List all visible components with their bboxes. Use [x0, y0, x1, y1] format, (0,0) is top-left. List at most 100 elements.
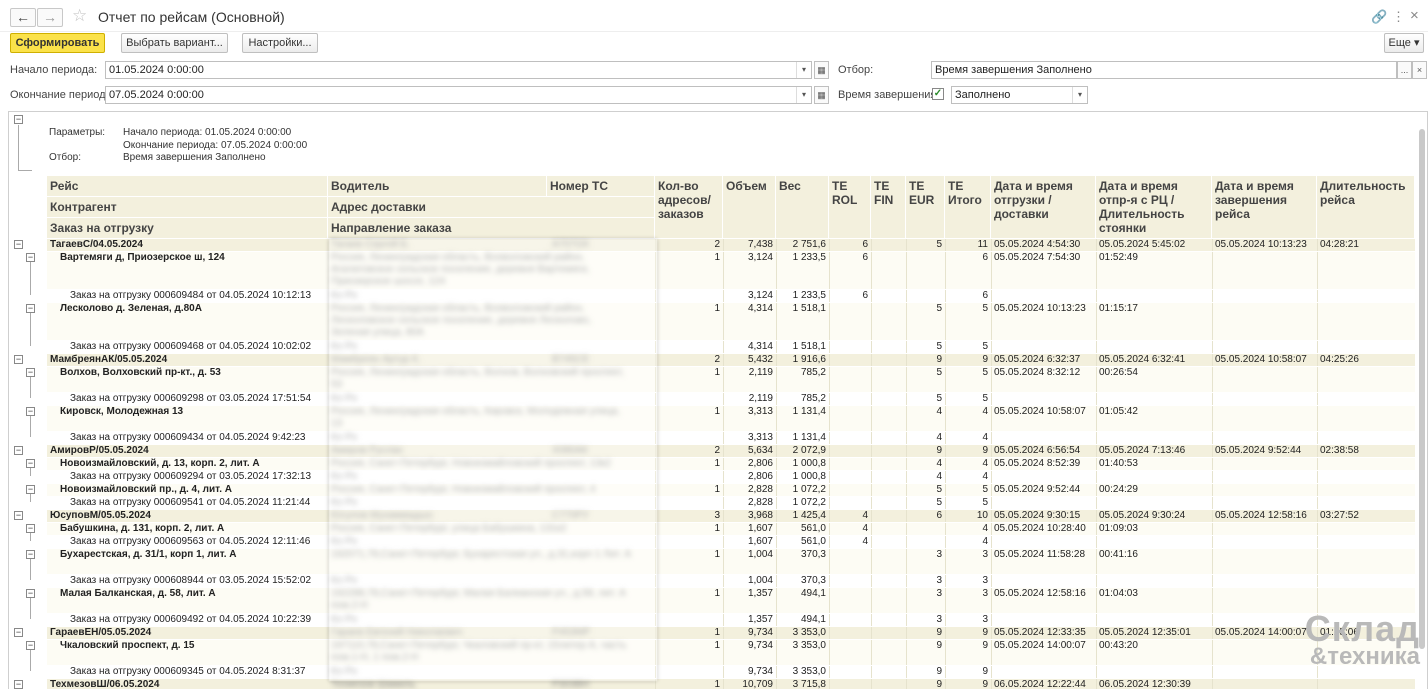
end-period-input[interactable]: 07.05.2024 0:00:00 ▾: [105, 86, 812, 104]
clear-icon[interactable]: ×: [1412, 61, 1427, 79]
address-row[interactable]: Новоизмайловский пр., д. 4, лит. А Россия…: [47, 484, 1415, 496]
back-button[interactable]: ←: [10, 8, 36, 27]
collapse-icon[interactable]: −: [14, 240, 23, 249]
collapse-icon[interactable]: −: [26, 589, 35, 598]
cell-volume: 9,734: [747, 666, 773, 677]
filter-input[interactable]: Время завершения Заполнено: [931, 61, 1397, 79]
cell-count: 1: [714, 484, 720, 495]
cell-dt1: 05.05.2024 4:54:30: [994, 239, 1081, 250]
calendar-icon[interactable]: ▦: [814, 61, 829, 79]
generate-button[interactable]: Сформировать: [10, 33, 105, 53]
trip-row[interactable]: АмировР/05.05.2024 Амиров Руслан Х080АК 2 5,…: [47, 445, 1415, 457]
collapse-icon[interactable]: −: [26, 253, 35, 262]
collapse-icon[interactable]: −: [26, 485, 35, 494]
address-row[interactable]: Бухарестская, д. 31/1, корп 1, лит. А 192…: [47, 549, 1415, 574]
calendar-icon[interactable]: ▦: [814, 86, 829, 104]
order-row[interactable]: Заказ на отгрузку 000609563 от 04.05.202…: [47, 536, 1415, 548]
col-header-weight[interactable]: Вес: [776, 176, 829, 239]
order-row[interactable]: Заказ на отгрузку 000608944 от 03.05.202…: [47, 575, 1415, 587]
collapse-icon[interactable]: −: [14, 628, 23, 637]
params-end: Окончание периода: 07.05.2024 0:00:00: [123, 140, 308, 151]
address-row[interactable]: Лесколово д. Зеленая, д.80А Россия, Ленин…: [47, 303, 1415, 340]
end-time-select[interactable]: Заполнено ▾: [951, 86, 1088, 104]
trip-row[interactable]: ТехмезовШ/06.05.2024 Техмезов Шамиль Р303В…: [47, 679, 1415, 689]
more-vertical-icon[interactable]: ⋮: [1392, 9, 1405, 25]
scrollbar-thumb[interactable]: [1419, 129, 1425, 649]
address-row[interactable]: Вартемяги д, Приозерское ш, 124 Россия, Л…: [47, 252, 1415, 289]
choose-variant-button[interactable]: Выбрать вариант...: [121, 33, 228, 53]
collapse-icon[interactable]: −: [14, 511, 23, 520]
cell-total: 10: [976, 510, 988, 521]
address-row[interactable]: Кировск, Молодежная 13 Россия, Ленинградс…: [47, 406, 1415, 431]
col-header-duration[interactable]: Длительность рейса: [1317, 176, 1415, 239]
address-row[interactable]: Волхов, Волховский пр-кт., д. 53 Россия, …: [47, 367, 1415, 392]
end-time-checkbox[interactable]: ✓: [932, 88, 944, 100]
order-row[interactable]: Заказ на отгрузку 000609468 от 04.05.202…: [47, 341, 1415, 353]
collapse-icon[interactable]: −: [26, 368, 35, 377]
col-header-driver[interactable]: Водитель: [328, 176, 547, 197]
settings-button[interactable]: Настройки...: [242, 33, 318, 53]
col-header-dt-end[interactable]: Дата и время завершения рейса: [1212, 176, 1317, 239]
chevron-down-icon[interactable]: ▾: [796, 87, 811, 103]
cell-volume: 3,313: [747, 406, 773, 417]
col-header-volume[interactable]: Объем: [723, 176, 776, 239]
trip-row[interactable]: ГараевЕН/05.05.2024 Гараев Евгений Никола…: [47, 627, 1415, 639]
row-label: Волхов, Волховский пр-кт., д. 53: [60, 367, 221, 378]
col-header-address[interactable]: Адрес доставки: [328, 197, 655, 218]
address-row[interactable]: Чкаловский проспект, д. 15 197110,78,Санк…: [47, 640, 1415, 665]
close-icon[interactable]: ×: [1410, 7, 1419, 24]
col-header-direction[interactable]: Направление заказа: [328, 218, 655, 239]
chevron-down-icon[interactable]: ▾: [1072, 87, 1087, 103]
trip-row[interactable]: ЮсуповМ/05.05.2024 Юсупов Мухаммадшо С770Р…: [47, 510, 1415, 522]
row-label: ТагаевС/04.05.2024: [50, 239, 143, 250]
cell-eur: 5: [936, 239, 942, 250]
cell-count: 2: [714, 354, 720, 365]
ellipsis-button[interactable]: ...: [1397, 61, 1412, 79]
vertical-scrollbar[interactable]: [1419, 113, 1426, 673]
col-header-te-total[interactable]: TE Итого: [945, 176, 991, 239]
collapse-icon[interactable]: −: [26, 304, 35, 313]
collapse-icon[interactable]: −: [26, 550, 35, 559]
address-row[interactable]: Малая Балканская, д. 58, лит. А 192288,78…: [47, 588, 1415, 613]
order-row[interactable]: Заказ на отгрузку 000609345 от 04.05.202…: [47, 666, 1415, 678]
col-header-vehicle[interactable]: Номер ТС: [547, 176, 655, 197]
col-header-dt-ship[interactable]: Дата и время отгрузки / доставки: [991, 176, 1096, 239]
address-row[interactable]: Новоизмайловский, д. 13, корп. 2, лит. А…: [47, 458, 1415, 470]
trip-row[interactable]: ТагаевС/04.05.2024 Тагаев Сергей Б. А707ОХ…: [47, 239, 1415, 251]
chevron-down-icon[interactable]: ▾: [796, 62, 811, 78]
more-button[interactable]: Еще ▾: [1384, 33, 1424, 53]
cell-weight: 3 715,8: [792, 679, 826, 689]
address-row[interactable]: Бабушкина, д. 131, корп. 2, лит. А Россия…: [47, 523, 1415, 535]
cell-dt1: 06.05.2024 12:22:44: [994, 679, 1086, 689]
order-row[interactable]: Заказ на отгрузку 000609484 от 04.05.202…: [47, 290, 1415, 302]
order-row[interactable]: Заказ на отгрузку 000609492 от 04.05.202…: [47, 614, 1415, 626]
collapse-icon[interactable]: −: [26, 407, 35, 416]
collapse-icon[interactable]: −: [26, 524, 35, 533]
trip-row[interactable]: МамбреянАК/05.05.2024 Мамбреян Артур К. В7…: [47, 354, 1415, 366]
collapse-icon[interactable]: −: [14, 446, 23, 455]
order-row[interactable]: Заказ на отгрузку 000609434 от 04.05.202…: [47, 432, 1415, 444]
start-period-input[interactable]: 01.05.2024 0:00:00 ▾: [105, 61, 812, 79]
cell-eur: 3: [936, 588, 942, 599]
collapse-icon[interactable]: −: [14, 115, 23, 124]
order-row[interactable]: Заказ на отгрузку 000609298 от 03.05.202…: [47, 393, 1415, 405]
order-row[interactable]: Заказ на отгрузку 000609294 от 03.05.202…: [47, 471, 1415, 483]
star-icon[interactable]: ☆: [72, 6, 87, 26]
link-icon[interactable]: 🔗: [1371, 9, 1387, 25]
col-header-count[interactable]: Кол-во адресов/ заказов: [655, 176, 723, 239]
cell-volume: 10,709: [742, 679, 773, 689]
col-header-counterparty[interactable]: Контрагент: [47, 197, 328, 218]
col-header-dt-rc[interactable]: Дата и время отпр-я с РЦ / Длительность …: [1096, 176, 1212, 239]
cell-dt1: 05.05.2024 10:28:40: [994, 523, 1086, 534]
col-header-te-rol[interactable]: TE ROL: [829, 176, 871, 239]
order-row[interactable]: Заказ на отгрузку 000609541 от 04.05.202…: [47, 497, 1415, 509]
collapse-icon[interactable]: −: [14, 680, 23, 689]
col-header-order[interactable]: Заказ на отгрузку: [47, 218, 328, 239]
collapse-icon[interactable]: −: [14, 355, 23, 364]
col-header-reis[interactable]: Рейс: [47, 176, 328, 197]
col-header-te-fin[interactable]: TE FIN: [871, 176, 906, 239]
collapse-icon[interactable]: −: [26, 641, 35, 650]
forward-button[interactable]: →: [37, 8, 63, 27]
col-header-te-eur[interactable]: TE EUR: [906, 176, 945, 239]
collapse-icon[interactable]: −: [26, 459, 35, 468]
